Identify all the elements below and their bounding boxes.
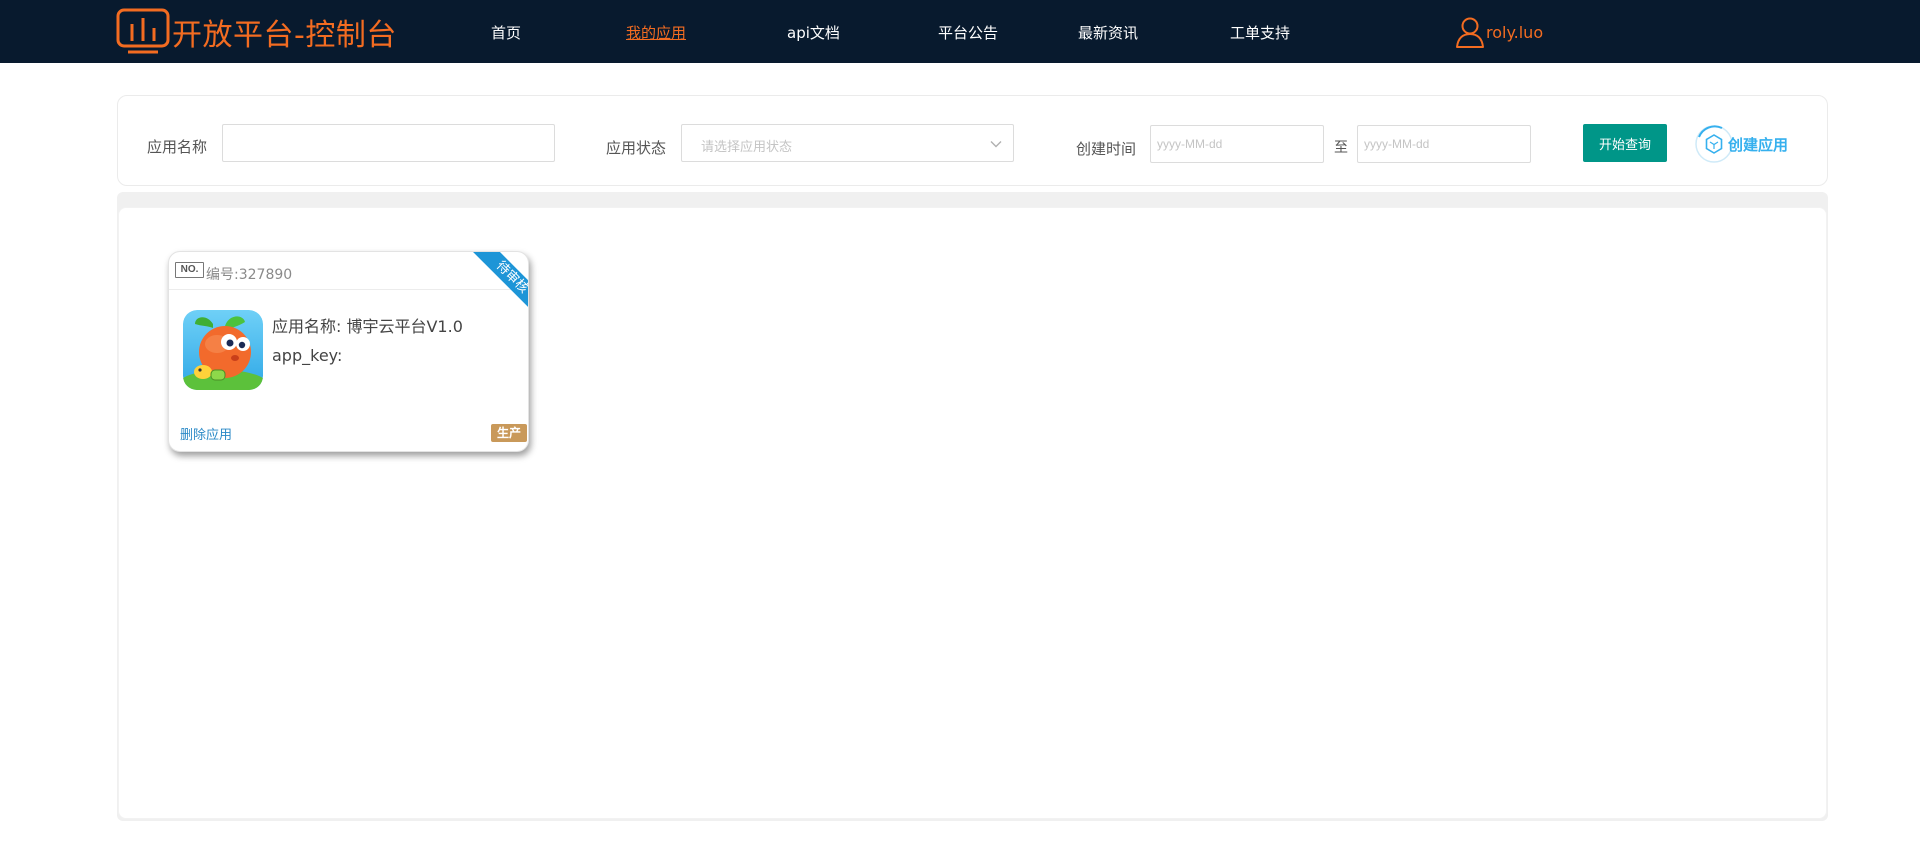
create-app-label: 创建应用 xyxy=(1728,135,1789,154)
date-from-input[interactable] xyxy=(1150,125,1324,163)
carrot-game-app-icon xyxy=(183,310,263,390)
app-status-placeholder: 请选择应用状态 xyxy=(701,140,793,155)
status-ribbon-wrap: 待审核 xyxy=(458,252,528,322)
app-status-select[interactable]: 请选择应用状态 xyxy=(681,124,1014,162)
created-time-label: 创建时间 xyxy=(1076,140,1137,158)
chevron-down-icon xyxy=(990,141,1002,148)
app-status-label: 应用状态 xyxy=(606,139,667,157)
nav-api-docs[interactable]: api文档 xyxy=(787,22,840,43)
brand-title: 开放平台-控制台 xyxy=(172,18,397,53)
nav-announcements[interactable]: 平台公告 xyxy=(938,22,998,43)
app-key: app_key: xyxy=(272,346,343,365)
status-ribbon: 待审核 xyxy=(469,252,528,320)
user-icon xyxy=(1456,17,1484,48)
query-button[interactable]: 开始查询 xyxy=(1583,124,1667,162)
nav-my-apps[interactable]: 我的应用 xyxy=(626,22,686,43)
app-name: 应用名称: 博宇云平台V1.0 xyxy=(272,317,463,336)
top-nav-bar: 开放平台-控制台 首页 我的应用 api文档 平台公告 最新资讯 工单支持 ro… xyxy=(0,0,1920,63)
app-card[interactable]: NO. 编号:327890 待审核 应用名称: 博宇云平台V1.0 app_ke… xyxy=(168,251,529,452)
app-id: 编号:327890 xyxy=(206,267,293,283)
app-name-label: 应用名称 xyxy=(147,138,208,156)
monitor-chart-icon xyxy=(116,8,170,54)
delete-app-link[interactable]: 删除应用 xyxy=(180,424,232,443)
env-badge: 生产 xyxy=(491,424,527,442)
nav-news[interactable]: 最新资讯 xyxy=(1078,22,1138,43)
no-badge: NO. xyxy=(175,262,204,278)
create-app-button[interactable]: 创建应用 xyxy=(1694,124,1788,164)
nav-ticket-support[interactable]: 工单支持 xyxy=(1230,22,1290,43)
user-menu[interactable]: roly.luo xyxy=(1455,16,1543,48)
date-separator: 至 xyxy=(1334,140,1348,156)
brand[interactable]: 开放平台-控制台 xyxy=(116,8,397,56)
date-to-input[interactable] xyxy=(1357,125,1531,163)
app-name-input[interactable] xyxy=(222,124,555,162)
nav-home[interactable]: 首页 xyxy=(491,22,521,43)
username: roly.luo xyxy=(1486,22,1544,42)
